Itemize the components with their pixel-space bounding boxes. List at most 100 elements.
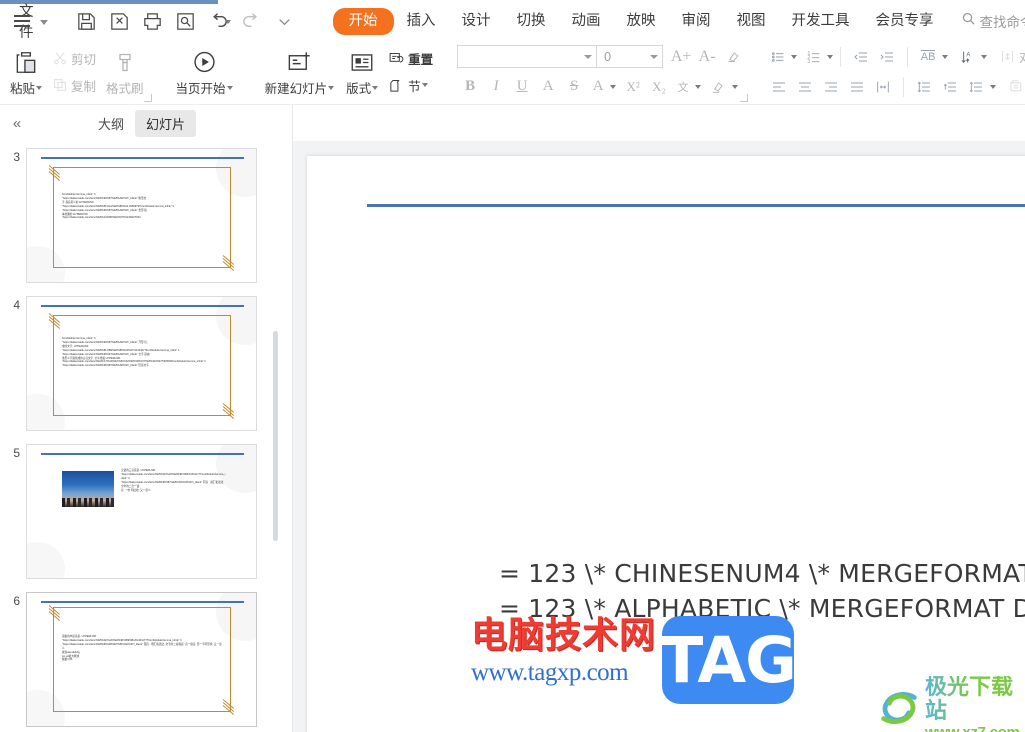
bold-button[interactable]: B: [457, 74, 483, 99]
spacing-chevron-icon[interactable]: [990, 84, 997, 89]
tab-transition[interactable]: 切换: [504, 9, 559, 34]
distribute-button[interactable]: [870, 74, 896, 99]
char-shading-chevron-icon[interactable]: [695, 84, 702, 89]
bullets-chevron-icon[interactable]: [791, 54, 798, 59]
bullets-button[interactable]: [766, 44, 790, 69]
new-slide-button[interactable]: 新建幻灯片: [259, 45, 341, 98]
chevron-down-icon[interactable]: [39, 19, 48, 25]
align-center-button[interactable]: [792, 74, 818, 99]
tab-outline[interactable]: 大纲: [87, 110, 135, 137]
print-preview-icon[interactable]: [174, 10, 197, 33]
decrease-indent-button[interactable]: [848, 44, 874, 69]
text-outline-button[interactable]: A: [535, 74, 561, 99]
reset-button[interactable]: 重置: [384, 48, 437, 69]
spacing-options-button[interactable]: [963, 74, 989, 99]
highlight-button[interactable]: [705, 74, 731, 99]
align-text-button[interactable]: 对齐文本: [995, 46, 1025, 67]
align-left-button[interactable]: [766, 74, 792, 99]
search-box[interactable]: 查找命令、搜索模板: [961, 11, 1025, 31]
line-spacing-button[interactable]: [911, 74, 937, 99]
numbering-button[interactable]: 1 2 3: [802, 44, 826, 69]
italic-label: I: [493, 78, 499, 94]
tagxp-watermark-cn: 电脑技术网: [471, 615, 657, 656]
convert-smartart-button[interactable]: 转智能图形: [1004, 76, 1025, 97]
font-color-button[interactable]: A: [587, 74, 609, 99]
copy-label: 复制: [71, 79, 97, 94]
format-painter-button[interactable]: 格式刷: [100, 45, 150, 98]
layout-icon: [349, 46, 375, 76]
slide-accent-line: [41, 453, 244, 455]
slide-accent-line: [41, 305, 244, 307]
redo-icon[interactable]: [240, 10, 263, 33]
highlight-chevron-icon[interactable]: [732, 84, 739, 89]
format-painter-label: 格式刷: [106, 82, 144, 96]
font-color-chevron-icon[interactable]: [610, 84, 617, 89]
sort-chevron-icon[interactable]: [981, 54, 988, 59]
tab-start[interactable]: 开始: [332, 7, 394, 35]
tab-design[interactable]: 设计: [449, 9, 504, 34]
tab-animation[interactable]: 动画: [559, 9, 614, 34]
paste-button[interactable]: 粘贴: [4, 45, 48, 98]
clipboard-dialog-launcher[interactable]: [143, 94, 152, 102]
undo-icon[interactable]: [207, 10, 231, 33]
underline-button[interactable]: U: [509, 74, 535, 99]
ribbon-group-font: 0 A+ A- B I U A S A X² X₂ 文: [453, 38, 750, 105]
collapse-panel-icon[interactable]: «: [7, 113, 27, 133]
layout-label: 版式: [346, 82, 372, 96]
save-icon[interactable]: [75, 10, 98, 33]
character-shading-button[interactable]: 文: [672, 74, 694, 99]
text-direction-chevron-icon[interactable]: [942, 54, 949, 59]
tab-slideshow[interactable]: 放映: [614, 9, 669, 34]
font-dialog-launcher[interactable]: [740, 94, 749, 102]
thumbnail-row-4[interactable]: 4 fromModule=lemma_inlink" \t "https://b…: [0, 296, 292, 431]
align-right-button[interactable]: [818, 74, 844, 99]
cut-button[interactable]: 剪切: [48, 48, 100, 69]
print-icon[interactable]: [141, 10, 164, 33]
shrink-font-button[interactable]: A-: [694, 44, 720, 69]
xz7-watermark: 极光下载站 www.xz7.com: [876, 676, 1025, 732]
save-as-icon[interactable]: [108, 10, 131, 33]
increase-indent-button[interactable]: [874, 44, 900, 69]
paragraph-spacing-button[interactable]: [937, 74, 963, 99]
slide-thumbnail-pane[interactable]: 3 fromModule=lemma_inlink" \t "https://b…: [0, 141, 292, 732]
tab-slides[interactable]: 幻灯片: [135, 109, 197, 137]
superscript-button[interactable]: X²: [620, 74, 646, 99]
section-button[interactable]: 节: [384, 75, 432, 96]
start-from-current-slide-button[interactable]: 当页开始: [170, 45, 239, 98]
tab-view[interactable]: 视图: [724, 9, 779, 34]
sort-button[interactable]: A: [954, 44, 980, 69]
thumbnail-scrollbar[interactable]: [273, 331, 278, 541]
tab-member-exclusive[interactable]: 会员专享: [863, 9, 947, 34]
corner-decoration-br: [222, 253, 236, 271]
layout-button[interactable]: 版式: [340, 45, 384, 98]
grow-font-button[interactable]: A+: [668, 44, 694, 69]
slide-thumbnail[interactable]: fromModule=lemma_inlink" \t "https://bai…: [26, 296, 257, 431]
slide-thumbnail[interactable]: fromModule=lemma_inlink" \t "https://bai…: [26, 148, 257, 283]
copy-button[interactable]: 复制: [48, 75, 100, 96]
thumbnail-row-5[interactable]: 5 汉语的三音意是. HYPERLINK "https://baike.baid…: [0, 444, 292, 579]
numbering-chevron-icon[interactable]: [827, 54, 834, 59]
tab-insert[interactable]: 插入: [394, 9, 449, 34]
xz7-swirl-icon: [876, 686, 922, 732]
section-label: 节: [408, 79, 421, 94]
thumbnail-row-6[interactable]: 6 语素的中是意是. HYPERLINK "https://baike.baid…: [0, 592, 292, 727]
strikethrough-button[interactable]: S: [561, 74, 587, 99]
corner-decoration-br: [222, 401, 236, 419]
clear-format-icon[interactable]: [720, 44, 746, 69]
thumbnail-row-3[interactable]: 3 fromModule=lemma_inlink" \t "https://b…: [0, 148, 292, 283]
new-slide-icon: [286, 46, 313, 76]
slide-thumbnail[interactable]: 汉语的三音意是. HYPERLINK "https://baike.baidu.…: [26, 444, 257, 579]
font-name-combo[interactable]: [457, 45, 598, 68]
tab-review[interactable]: 审阅: [669, 9, 724, 34]
justify-button[interactable]: [844, 74, 870, 99]
new-slide-label: 新建幻灯片: [264, 82, 328, 96]
customize-toolbar-icon[interactable]: [273, 10, 296, 33]
italic-button[interactable]: I: [483, 74, 509, 99]
subscript-label: X₂: [652, 78, 667, 94]
subscript-button[interactable]: X₂: [646, 74, 672, 99]
slide-text-line-1[interactable]: = 123 \* CHINESENUM4 \* MERGEFORMAT: [499, 559, 1025, 588]
tab-developer-tools[interactable]: 开发工具: [779, 9, 863, 34]
slide-thumbnail[interactable]: 语素的中是意是. HYPERLINK "https://baike.baidu.…: [26, 592, 257, 727]
font-size-combo[interactable]: 0: [596, 45, 664, 68]
text-direction-button[interactable]: AB: [915, 44, 941, 69]
